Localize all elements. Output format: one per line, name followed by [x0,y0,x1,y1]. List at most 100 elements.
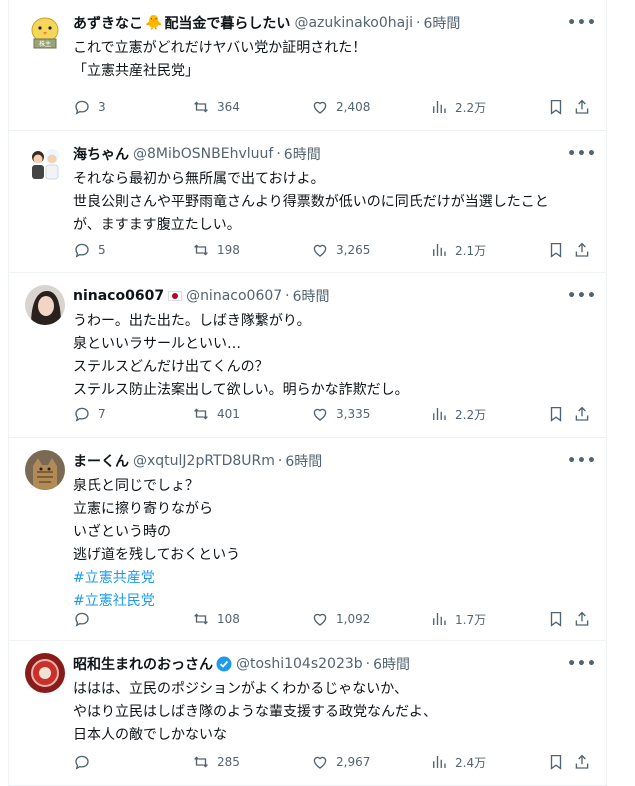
views-icon [430,753,448,771]
display-name[interactable]: 海ちゃん [73,144,129,164]
tweet-header: まーくん @xqtulJ2pRTD8URm · 6時間 [73,451,566,471]
reply-button[interactable]: 3 [73,97,106,117]
hashtag-link[interactable]: #立憲共産党 [73,567,593,590]
views-icon [430,241,448,259]
timestamp[interactable]: 6時間 [423,13,460,33]
share-button[interactable] [573,240,591,260]
avatar[interactable]: 株主 [25,12,65,52]
reply-button[interactable] [73,609,98,629]
views-icon [430,405,448,423]
avatar[interactable] [25,653,65,693]
timestamp[interactable]: 6時間 [373,654,410,674]
tweet-text-line: いざという時の [73,524,171,540]
retweet-count: 198 [217,243,240,257]
display-name[interactable]: あずきなこ [73,13,143,33]
retweet-icon [192,610,210,628]
handle[interactable]: @toshi104s2023b [236,656,363,672]
tweet-text-line: それなら最初から無所属で出ておけよ。 [73,171,325,187]
like-button[interactable]: 3,265 [311,240,370,260]
retweet-icon [192,98,210,116]
reply-count: 3 [98,100,106,114]
timestamp[interactable]: 6時間 [284,144,321,164]
reply-button[interactable]: 7 [73,404,106,424]
views-button[interactable]: 2.2万 [430,404,486,424]
tweet[interactable]: 海ちゃん @8MibOSNBEhvluuf · 6時間 ••• それなら最初から… [9,131,606,273]
more-icon[interactable]: ••• [567,654,596,674]
bookmark-button[interactable] [547,404,565,424]
more-icon[interactable]: ••• [567,13,596,33]
retweet-button[interactable]: 108 [192,609,240,629]
like-button[interactable]: 2,967 [311,752,370,772]
share-button[interactable] [573,404,591,424]
reply-count: 7 [98,407,106,421]
tweet-text-line: ステルスどんだけ出てくんの？ [73,359,269,375]
display-name[interactable]: ninaco0607 [73,288,164,304]
tweet[interactable]: 株主 あずきなこ 🐥 配当金で暮らしたい @azukinako0haji · 6… [9,0,606,131]
views-button[interactable]: 1.7万 [430,609,486,629]
tweet[interactable]: 昭和生まれのおっさん @toshi104s2023b · 6時間 ••• ははは… [9,641,606,786]
like-button[interactable]: 1,092 [311,609,370,629]
like-button[interactable]: 2,408 [311,97,370,117]
tweet-header: ninaco0607 @ninaco0607 · 6時間 [73,286,566,306]
tweet-text-line: これで立憲がどれだけヤバい党か証明された！ [73,40,367,56]
tweet[interactable]: まーくん @xqtulJ2pRTD8URm · 6時間 ••• 泉氏と同じでしょ… [9,438,606,641]
retweet-count: 285 [217,755,240,769]
retweet-count: 364 [217,100,240,114]
avatar[interactable] [25,285,65,325]
tweet-text-line: ははは、立民のポジションがよくわかるじゃないか、 [73,681,409,697]
bookmark-icon [547,405,565,423]
timestamp[interactable]: 6時間 [293,286,330,306]
share-icon [573,610,591,628]
handle[interactable]: @8MibOSNBEhvluuf [133,146,273,162]
avatar[interactable] [25,450,65,490]
bookmark-button[interactable] [547,97,565,117]
share-icon [573,405,591,423]
retweet-button[interactable]: 198 [192,240,240,260]
handle[interactable]: @azukinako0haji [294,15,413,31]
retweet-button[interactable]: 401 [192,404,240,424]
display-name-suffix[interactable]: 配当金で暮らしたい [164,13,290,33]
like-button[interactable]: 3,335 [311,404,370,424]
reply-button[interactable] [73,752,98,772]
share-button[interactable] [573,752,591,772]
verified-badge-icon [216,656,232,672]
bookmark-button[interactable] [547,752,565,772]
avatar[interactable] [25,143,65,183]
timestamp[interactable]: 6時間 [285,451,322,471]
views-count: 2.1万 [455,243,487,258]
share-button[interactable] [573,97,591,117]
handle[interactable]: @xqtulJ2pRTD8URm [133,453,275,469]
bookmark-button[interactable] [547,609,565,629]
reply-icon [73,241,91,259]
tweet-text-line: 泉といいラサールといい… [73,336,241,352]
display-name[interactable]: まーくん [73,451,129,471]
more-icon[interactable]: ••• [567,144,596,164]
avatar-couple-image [25,143,65,183]
display-name[interactable]: 昭和生まれのおっさん [73,654,213,674]
tweet-text: 泉氏と同じでしょ？ 立憲に擦り寄りながら いざという時の 逃げ道を残しておくとい… [73,475,593,613]
more-icon[interactable]: ••• [567,286,596,306]
separator-dot: · [276,146,281,162]
tweet-text-line: やはり立民はしばき隊のような輩支援する政党なんだよ、 [73,704,437,720]
share-button[interactable] [573,609,591,629]
bookmark-icon [547,610,565,628]
tweet-text-line: 「立憲共産社民党」 [73,63,199,79]
bookmark-button[interactable] [547,240,565,260]
retweet-icon [192,753,210,771]
heart-icon [311,405,329,423]
action-bar: 7 401 3,335 2.2万 [73,404,594,424]
views-button[interactable]: 2.2万 [430,97,486,117]
action-bar: 285 2,967 2.4万 [73,752,594,772]
tweet[interactable]: ninaco0607 @ninaco0607 · 6時間 ••• うわー。出た出… [9,273,606,438]
views-button[interactable]: 2.4万 [430,752,486,772]
avatar-cat-image [25,450,65,490]
reply-button[interactable]: 5 [73,240,106,260]
views-button[interactable]: 2.1万 [430,240,486,260]
retweet-button[interactable]: 364 [192,97,240,117]
avatar-red-image [25,653,65,693]
handle[interactable]: @ninaco0607 [186,288,282,304]
bookmark-icon [547,98,565,116]
retweet-button[interactable]: 285 [192,752,240,772]
more-icon[interactable]: ••• [567,451,596,471]
tweet-text-line: 立憲に擦り寄りながら [73,501,213,517]
